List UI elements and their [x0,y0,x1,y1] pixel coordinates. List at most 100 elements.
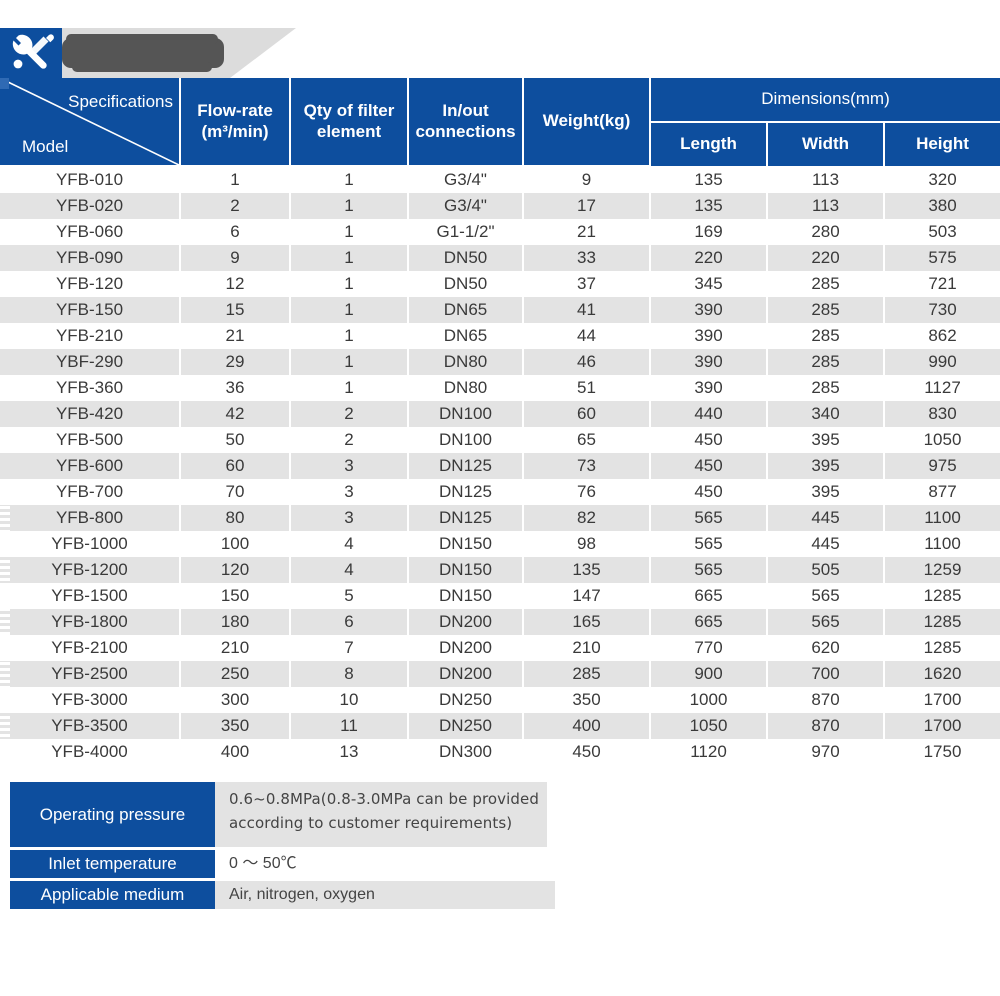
cell-width: 395 [767,427,885,453]
cell-flow-rate: 150 [180,583,291,609]
cell-weight: 350 [523,687,651,713]
cell-weight: 65 [523,427,651,453]
cell-qty: 3 [290,479,409,505]
inlet-temperature-value: 0 ～ 50℃ [215,850,410,878]
table-row: YBF-290 29 1 DN80 46 390 285 990 [0,349,1000,375]
cell-connection: DN125 [408,453,524,479]
cell-qty: 1 [290,375,409,401]
header-flow-rate: Flow-rate (m³/min) [180,78,291,167]
table-row: YFB-1200 120 4 DN150 135 565 505 1259 [0,557,1000,583]
cell-model: YFB-210 [0,323,181,349]
cell-qty: 4 [290,557,409,583]
corner-specifications-label: Specifications [68,92,173,111]
cell-qty: 11 [290,713,409,739]
cell-height: 380 [884,193,1000,219]
cell-length: 450 [650,479,768,505]
cell-width: 340 [767,401,885,427]
cell-connection: DN200 [408,661,524,687]
specifications-table: Specifications Model Flow-rate (m³/min) … [0,78,1000,765]
cell-connection: G3/4" [408,166,524,193]
applicable-medium-label: Applicable medium [10,881,215,909]
cell-connection: DN150 [408,583,524,609]
inout-line2: connections [415,121,516,141]
cell-weight: 285 [523,661,651,687]
cell-weight: 135 [523,557,651,583]
spec-row-applicable-medium: Applicable medium Air, nitrogen, oxygen [10,881,610,909]
cell-weight: 73 [523,453,651,479]
table-row: YFB-1500 150 5 DN150 147 665 565 1285 [0,583,1000,609]
cell-connection: DN50 [408,245,524,271]
table-row: YFB-1000 100 4 DN150 98 565 445 1100 [0,531,1000,557]
cell-length: 390 [650,323,768,349]
header-length: Length [650,122,768,166]
cell-model: YFB-3500 [0,713,181,739]
cell-width: 395 [767,479,885,505]
cell-flow-rate: 9 [180,245,291,271]
cell-width: 113 [767,166,885,193]
cell-height: 862 [884,323,1000,349]
table-row: YFB-090 9 1 DN50 33 220 220 575 [0,245,1000,271]
cell-connection: DN125 [408,505,524,531]
cell-length: 345 [650,271,768,297]
cell-length: 390 [650,297,768,323]
operating-conditions-panel: Operating pressure 0.6~0.8MPa(0.8-3.0MPa… [10,782,610,912]
cell-qty: 1 [290,297,409,323]
cell-qty: 1 [290,219,409,245]
cell-length: 440 [650,401,768,427]
cell-qty: 2 [290,401,409,427]
cell-qty: 6 [290,609,409,635]
cell-qty: 3 [290,505,409,531]
cell-length: 135 [650,166,768,193]
table-head: Specifications Model Flow-rate (m³/min) … [0,78,1000,167]
cell-height: 1100 [884,505,1000,531]
inlet-temperature-label: Inlet temperature [10,850,215,878]
cell-length: 665 [650,583,768,609]
cell-qty: 8 [290,661,409,687]
cell-weight: 46 [523,349,651,375]
corner-model-label: Model [22,136,69,156]
cell-flow-rate: 29 [180,349,291,375]
cell-model: YFB-700 [0,479,181,505]
cell-weight: 17 [523,193,651,219]
cell-weight: 41 [523,297,651,323]
cell-connection: DN65 [408,297,524,323]
cell-weight: 76 [523,479,651,505]
cell-model: YBF-290 [0,349,181,375]
cell-model: YFB-1000 [0,531,181,557]
cell-length: 900 [650,661,768,687]
cell-weight: 147 [523,583,651,609]
cell-model: YFB-4000 [0,739,181,765]
cell-width: 280 [767,219,885,245]
cell-length: 565 [650,557,768,583]
cell-length: 665 [650,609,768,635]
cell-width: 620 [767,635,885,661]
cell-weight: 210 [523,635,651,661]
cell-width: 970 [767,739,885,765]
cell-length: 390 [650,375,768,401]
cell-connection: DN300 [408,739,524,765]
cell-connection: DN125 [408,479,524,505]
cell-weight: 21 [523,219,651,245]
cell-flow-rate: 250 [180,661,291,687]
cell-flow-rate: 2 [180,193,291,219]
header-dimensions-group: Dimensions(mm) [650,78,1000,123]
inout-line1: In/out [442,101,489,121]
cell-connection: DN100 [408,427,524,453]
cell-width: 870 [767,713,885,739]
cell-flow-rate: 210 [180,635,291,661]
flow-rate-line2: (m³/min) [201,121,269,141]
table-row: YFB-020 2 1 G3/4" 17 135 113 380 [0,193,1000,219]
wrench-screwdriver-icon [12,34,54,69]
table-row: YFB-2100 210 7 DN200 210 770 620 1285 [0,635,1000,661]
cell-flow-rate: 1 [180,166,291,193]
cell-weight: 44 [523,323,651,349]
flow-rate-line1: Flow-rate [197,101,273,121]
table-row: YFB-600 60 3 DN125 73 450 395 975 [0,453,1000,479]
table-row: YFB-1800 180 6 DN200 165 665 565 1285 [0,609,1000,635]
cell-flow-rate: 100 [180,531,291,557]
cell-connection: DN80 [408,349,524,375]
table-row: YFB-210 21 1 DN65 44 390 285 862 [0,323,1000,349]
cell-width: 285 [767,297,885,323]
table-row: YFB-150 15 1 DN65 41 390 285 730 [0,297,1000,323]
table-row: YFB-010 1 1 G3/4" 9 135 113 320 [0,166,1000,193]
